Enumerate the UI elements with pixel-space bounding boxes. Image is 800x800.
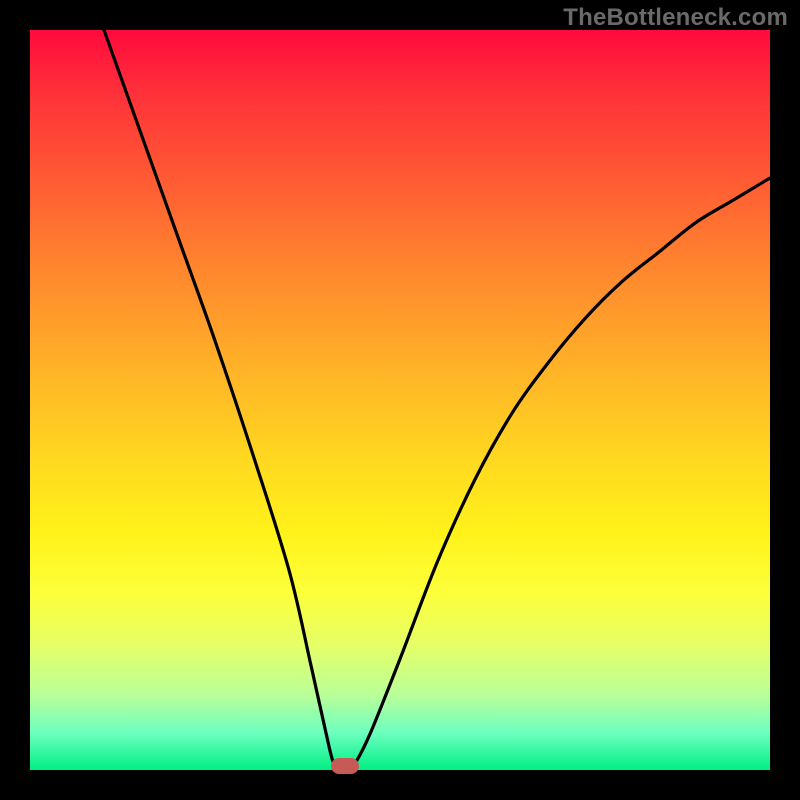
plot-area	[30, 30, 770, 770]
bottleneck-curve	[104, 30, 770, 770]
curve-svg	[30, 30, 770, 770]
chart-frame: TheBottleneck.com	[0, 0, 800, 800]
optimal-marker	[331, 758, 359, 774]
watermark-text: TheBottleneck.com	[563, 4, 788, 32]
